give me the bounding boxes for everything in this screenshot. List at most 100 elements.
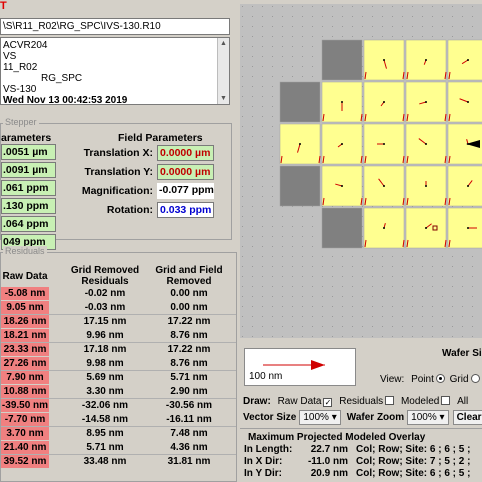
grid-field-removed-cell: 0.00 nm (170, 301, 208, 313)
die-unmeasured[interactable] (321, 39, 363, 81)
scroll-up-icon[interactable]: ▲ (218, 38, 229, 49)
stepper-group-title: Stepper (3, 117, 39, 127)
wafer-zoom-label: Wafer Zoom (346, 412, 405, 423)
grid-removed-cell: 33.48 nm (83, 456, 127, 468)
vector-size-value: 100% (303, 412, 329, 423)
vector-origin (425, 101, 427, 103)
overlay-site: Col; Row; Site: 6 ; 6 ; 5 ; (356, 444, 471, 455)
grid-field-removed-cell: 17.22 nm (167, 316, 211, 328)
modeled-checkbox[interactable] (441, 396, 451, 405)
table-row: 21.40 nm 5.71 nm 4.36 nm (1, 440, 236, 455)
translation-y-value: 0.0000 µm (157, 164, 214, 180)
die-measured[interactable] (447, 165, 482, 207)
table-row: 27.26 nm 9.98 nm 8.76 nm (1, 356, 236, 371)
die-measured[interactable] (447, 81, 482, 123)
grid-removed-cell: -32.06 nm (81, 400, 129, 412)
field-label: Translation X: (83, 147, 153, 159)
grid-removed-cell: 3.30 nm (86, 385, 124, 397)
table-row: 9.05 nm -0.03 nm 0.00 nm (1, 300, 236, 315)
table-row: -39.50 nm -32.06 nm -30.56 nm (1, 399, 236, 413)
file-path-field[interactable]: \S\R11_R02\RG_SPC\IVS-130.R10 (0, 18, 230, 35)
col-header-grid-field-removed: Grid and Field Removed (155, 265, 223, 287)
vector-origin (425, 59, 427, 61)
chevron-down-icon: ▾ (439, 412, 445, 423)
info-line: VS-130 (3, 84, 37, 95)
raw-data-cell: 18.26 nm (1, 315, 49, 329)
view-point-option[interactable]: Point (411, 374, 445, 385)
table-row: -5.08 nm -0.02 nm 0.00 nm (1, 287, 236, 301)
info-line: RG_SPC (41, 73, 83, 84)
magnification-value: -0.077 ppm (157, 183, 214, 199)
table-row: 18.21 nm 9.96 nm 8.76 nm (1, 328, 236, 343)
draw-options: Draw: Raw Data ✓ Residuals Modeled All (243, 396, 468, 407)
grid-field-removed-cell: 8.76 nm (170, 357, 208, 369)
grid-field-removed-cell: 4.36 nm (170, 441, 208, 453)
residuals-group-title: Residuals (3, 246, 47, 256)
control-panel: 100 nm Wafer Si View: Point Grid Draw: R… (240, 340, 482, 482)
die-unmeasured[interactable] (279, 165, 321, 207)
grid-removed-cell: 9.96 nm (86, 329, 124, 341)
table-row: 10.88 nm 3.30 nm 2.90 nm (1, 384, 236, 399)
chevron-down-icon: ▾ (331, 412, 337, 423)
wafer-size-label: Wafer Si (442, 348, 482, 359)
vector-origin (467, 101, 469, 103)
file-info-list[interactable]: ACVR204 VS 11_R02 RG_SPC VS-130 Wed Nov … (0, 37, 230, 105)
grid-field-removed-cell: 2.90 nm (170, 385, 208, 397)
vector-origin (383, 185, 385, 187)
raw-data-cell: 39.52 nm (1, 455, 49, 469)
die-measured[interactable] (447, 39, 482, 81)
overlay-site: Col; Row; Site: 6 ; 6 ; 5 ; (356, 468, 471, 479)
grid-removed-cell: 17.18 nm (83, 344, 127, 356)
grid-param-value: .0091 µm (1, 162, 56, 178)
info-line: Wed Nov 13 00:42:53 2019 (3, 95, 128, 105)
overlay-label: In Y Dir: (244, 468, 282, 479)
vector-size-label: Vector Size (243, 412, 297, 423)
grid-field-removed-cell: 0.00 nm (170, 288, 208, 300)
vector-origin (383, 143, 385, 145)
overlay-value: 20.9 nm (310, 468, 348, 479)
raw-data-checkbox[interactable]: ✓ (323, 398, 333, 407)
overlay-row: In X Dir: -11.0 nm Col; Row; Site: 7 ; 5 ;… (244, 456, 470, 468)
raw-data-cell: -7.70 nm (1, 412, 49, 426)
wafer-map-canvas[interactable] (240, 4, 482, 338)
vector-origin (299, 143, 301, 145)
vector-origin (341, 185, 343, 187)
app-title: T (0, 0, 7, 12)
table-row: 7.90 nm 5.69 nm 5.71 nm (1, 371, 236, 385)
view-options: View: Point Grid (380, 374, 480, 385)
view-point-radio[interactable] (435, 374, 445, 383)
field-label: Rotation: (106, 204, 153, 216)
wafer-map[interactable] (240, 4, 482, 338)
grid-removed-cell: 5.71 nm (86, 441, 124, 453)
vector-size-select[interactable]: 100% ▾ (299, 410, 341, 425)
rotation-value: 0.033 ppm (157, 202, 214, 218)
field-label: Magnification: (81, 185, 153, 197)
grid-removed-cell: 17.15 nm (83, 316, 127, 328)
clear-all-button[interactable]: Clear All (452, 410, 482, 425)
view-grid-label: Grid (449, 374, 469, 385)
info-scrollbar[interactable]: ▲ ▼ (217, 38, 229, 104)
raw-data-cell: 27.26 nm (1, 356, 49, 370)
info-line: 11_R02 (3, 62, 38, 73)
raw-data-cell: 21.40 nm (1, 440, 49, 454)
residuals-checkbox[interactable] (385, 396, 395, 405)
overlay-label: In Length: (244, 444, 293, 455)
modeled-label: Modeled (400, 396, 440, 407)
scale-legend-label: 100 nm (249, 371, 283, 382)
table-row: -7.70 nm -14.58 nm -16.11 nm (1, 412, 236, 427)
die-unmeasured[interactable] (279, 81, 321, 123)
scroll-down-icon[interactable]: ▼ (218, 93, 229, 104)
die-unmeasured[interactable] (321, 207, 363, 249)
grid-param-value: .061 ppm (1, 180, 56, 196)
raw-data-cell: 7.90 nm (1, 371, 49, 385)
view-grid-radio[interactable] (470, 374, 480, 383)
grid-field-removed-cell: 5.71 nm (170, 372, 208, 384)
col-header-grid-removed: Grid Removed Residuals (70, 265, 140, 287)
wafer-zoom-select[interactable]: 100% ▾ (407, 410, 449, 425)
overlay-value: -11.0 nm (307, 456, 348, 467)
col-header-raw: Raw Data (2, 271, 48, 282)
view-grid-option[interactable]: Grid (450, 374, 480, 385)
grid-param-value: .064 ppm (1, 216, 56, 232)
overlay-label: In X Dir: (244, 456, 283, 467)
vector-origin (467, 59, 469, 61)
